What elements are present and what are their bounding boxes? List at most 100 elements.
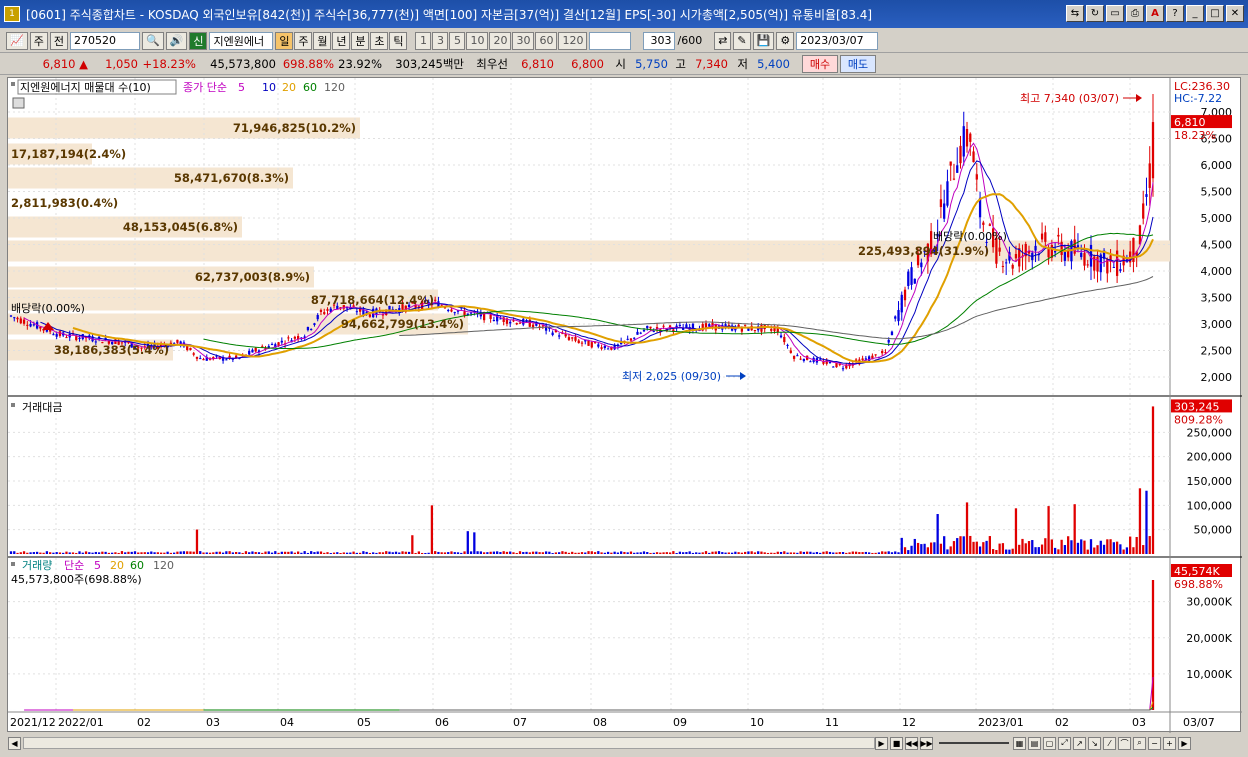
tools-icon[interactable]: ✎ [733,31,751,50]
amount-bar [923,543,926,554]
search-icon[interactable]: 🔍 [141,31,164,50]
interval-input[interactable] [589,31,632,50]
period-tab[interactable]: 일 [275,31,294,50]
credit-icon[interactable]: 신 [189,31,208,50]
speaker-icon[interactable]: 🔊 [165,31,188,50]
amount-bar [894,551,897,554]
print-icon[interactable]: ⎙ [1126,5,1144,22]
period-tab[interactable]: 틱 [389,31,408,50]
candle [783,336,786,343]
amount-bar [867,552,871,554]
amount-bar [1138,488,1142,554]
zoom-out-icon[interactable]: − [1148,736,1161,750]
market-select[interactable]: 주 [29,31,48,50]
compare-icon[interactable]: ⇄ [714,31,732,50]
amount-bar [639,552,642,554]
amount-bar [580,552,584,554]
candle [988,224,991,226]
amount-bar [117,552,120,554]
amount-bar [864,551,868,554]
price-tick: 6,000 [1201,159,1233,172]
interval-tab[interactable]: 30 [512,31,535,50]
interval-tab[interactable]: 120 [558,31,588,50]
stop-icon[interactable]: ■ [890,736,903,750]
amount-bar [55,552,58,554]
amount-bar [159,552,163,554]
period-tab[interactable]: 초 [370,31,389,50]
amount-bar [130,551,133,554]
zoom-slider[interactable] [939,742,1009,744]
help-icon[interactable]: ? [1166,5,1184,22]
refresh-icon[interactable]: ↻ [1086,5,1104,22]
amount-bar [13,551,16,554]
window-icon[interactable]: ▢ [1043,736,1056,750]
scale-icon[interactable]: ⤢ [1058,736,1071,750]
maximize-button[interactable]: □ [1206,5,1224,22]
minimize-button[interactable]: _ [1186,5,1204,22]
chart-area[interactable]: 7,000 6,500 6,000 5,500 5,000 4,500 4,000 3,500… [7,77,1242,733]
scroll-right-icon[interactable]: ▶ [1178,736,1191,750]
amount-bar [753,552,757,554]
settings-icon[interactable]: ⚙ [776,31,795,50]
date-input[interactable]: 2023/03/07 [796,31,879,50]
amount-bar [815,551,819,554]
amount-bar [812,552,815,554]
amount-bar [375,552,378,554]
close-button[interactable]: ✕ [1226,5,1244,22]
amount-bar [456,552,460,554]
candle [773,328,776,332]
ma-period: 20 [282,81,296,94]
period-tab[interactable]: 월 [313,31,332,50]
amount-bar [218,551,221,554]
link-icon[interactable]: ⇆ [1066,5,1084,22]
amount-bar [267,551,270,554]
amount-bar [926,547,930,554]
amount-bar [577,552,580,554]
candle [1076,245,1080,248]
amount-bar [39,552,42,554]
trend-icon[interactable]: ↗ [1073,736,1086,750]
candle [975,174,978,180]
zoom-in-icon[interactable]: + [1163,736,1176,750]
scrollbar[interactable] [23,737,875,749]
date-tick: 02 [137,716,151,729]
prev-button[interactable]: 전 [49,31,68,50]
interval-tab[interactable]: 10 [466,31,489,50]
play-icon[interactable]: ▶ [875,736,888,750]
period-tab[interactable]: 주 [294,31,313,50]
buy-button[interactable]: 매수 [802,54,838,73]
amount-bar [283,551,287,554]
period-tab[interactable]: 년 [332,31,351,50]
code-input[interactable]: 270520 [69,31,140,50]
volume-profile-label: 58,471,670(8.3%) [174,171,289,185]
amount-bar [137,552,140,554]
candle [838,364,841,366]
sell-button[interactable]: 매도 [840,54,876,73]
magnet-icon[interactable]: ⌒ [1118,736,1131,750]
prev-icon[interactable]: ◀◀ [905,736,918,750]
amount-bar [1109,539,1112,554]
stock-chart[interactable]: 7,0006,5006,0005,5005,0004,5004,0003,500… [8,78,1242,733]
interval-tab[interactable]: 5 [449,31,466,50]
layout-icon[interactable]: ▦ [1013,736,1026,750]
save-icon[interactable]: 💾 [752,31,775,50]
window-icon[interactable]: ▭ [1106,5,1124,22]
interval-tab[interactable]: 20 [489,31,512,50]
chart-type-icon[interactable]: 📈 [6,31,28,50]
count-input[interactable]: 303 [643,31,676,50]
trend2-icon[interactable]: ↘ [1088,736,1101,750]
line-icon[interactable]: ⁄ [1103,736,1116,750]
interval-tab[interactable]: 3 [432,31,449,50]
scroll-left-icon[interactable]: ◀ [8,736,21,750]
grid-icon[interactable]: ▤ [1028,736,1041,750]
interval-tab[interactable]: 1 [415,31,432,50]
amount-bar [195,529,199,554]
font-icon[interactable]: A [1146,5,1164,22]
candle [920,262,923,268]
interval-tab[interactable]: 60 [535,31,558,50]
search-icon[interactable]: ⌕ [1133,736,1146,750]
amount-bar [107,552,111,554]
candle [946,181,949,206]
next-icon[interactable]: ▶▶ [920,736,933,750]
period-tab[interactable]: 분 [351,31,370,50]
